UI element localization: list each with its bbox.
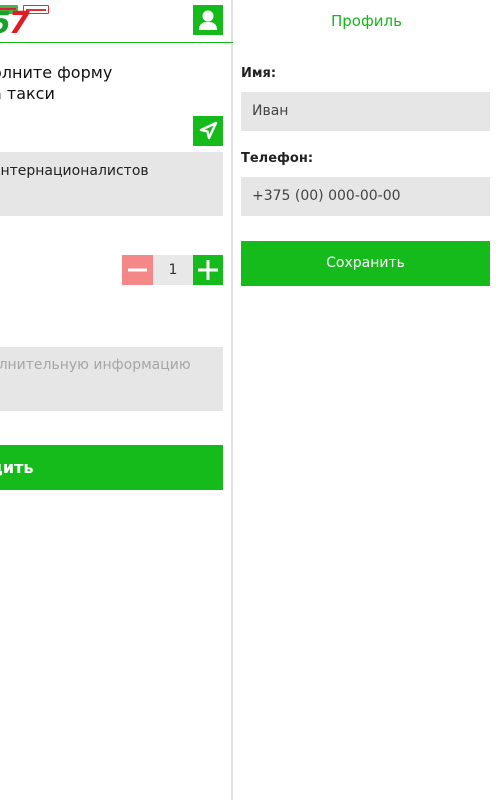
save-button[interactable]: Сохранить [241,241,490,286]
minus-icon [128,268,147,272]
profile-title: Профиль [331,12,402,30]
name-input[interactable]: Иван [241,92,490,131]
decrement-button[interactable] [122,255,153,285]
additional-info-input[interactable]: олнительную информацию [0,347,223,411]
address-value: Интернационалистов [0,163,149,179]
user-icon [199,10,217,30]
name-value: Иван [252,103,289,119]
phone-input[interactable]: +375 (00) 000-00-00 [241,177,490,216]
additional-info-placeholder: олнительную информацию [0,357,191,373]
plus-icon [198,260,218,280]
locate-button[interactable] [193,116,223,146]
passenger-count[interactable]: 1 [153,255,193,285]
save-button-label: Сохранить [326,255,405,271]
phone-label: Телефон: [241,151,314,166]
address-input[interactable]: Интернационалистов [0,152,223,216]
form-title: олните форму а такси [0,63,113,103]
order-form-pane: 57 олните форму а такси Интернационалист… [0,0,232,800]
name-label: Имя: [241,66,277,81]
navigation-arrow-icon [199,121,218,140]
app-logo: 57 [0,5,56,41]
profile-pane: Профиль Имя: Иван Телефон: +375 (00) 000… [233,0,500,800]
submit-order-button[interactable]: дить [0,445,223,490]
increment-button[interactable] [193,255,223,285]
profile-button[interactable] [193,5,223,35]
submit-order-label: дить [0,458,34,477]
phone-placeholder: +375 (00) 000-00-00 [252,188,401,204]
logo-digits: 57 [0,6,30,41]
